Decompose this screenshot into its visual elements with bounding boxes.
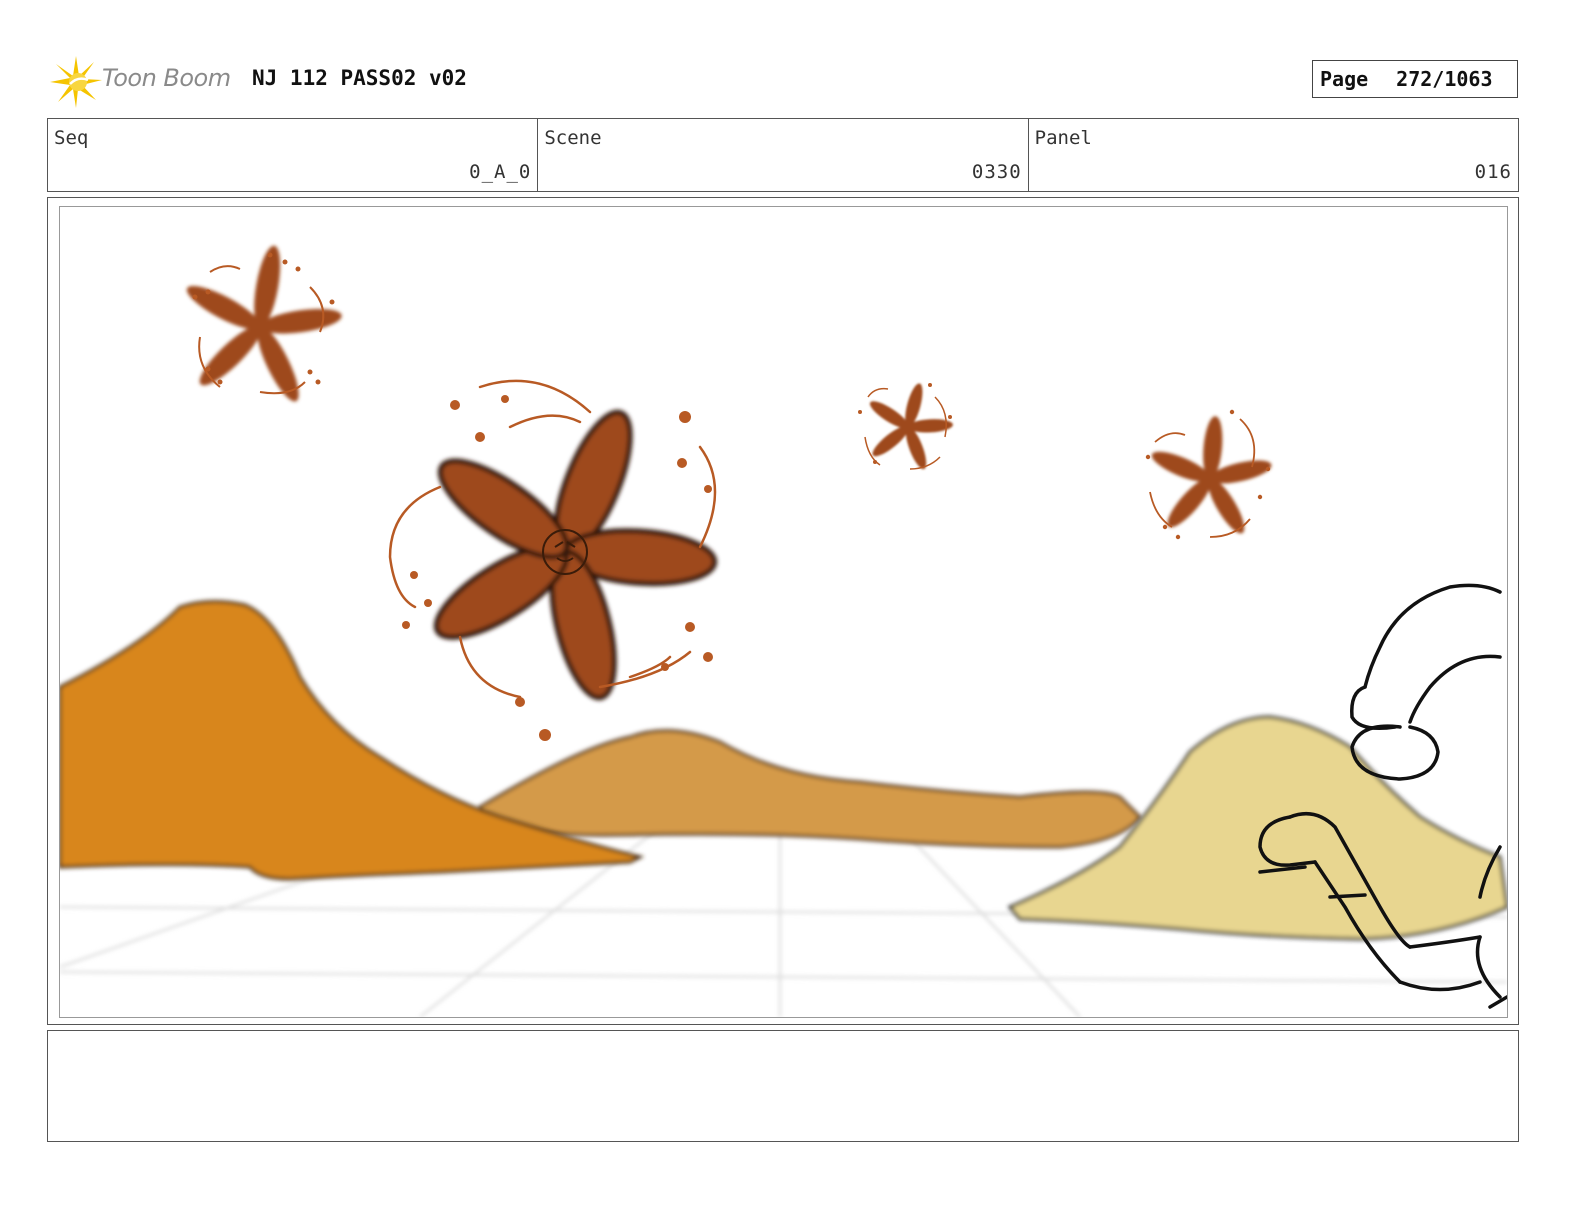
- storyboard-sketch: [60, 245, 1507, 1017]
- hill-left: [60, 599, 645, 881]
- seq-label: Seq: [54, 127, 89, 149]
- seq-value: 0_A_0: [469, 161, 532, 183]
- storyboard-drawing: [59, 206, 1508, 1018]
- page-label: Page: [1320, 67, 1369, 91]
- page-header: Toon Boom NJ 112 PASS02 v02 Page 272/106…: [48, 50, 1520, 110]
- page-number: 272/1063: [1396, 67, 1493, 91]
- panel-info-row: Seq 0_A_0 Scene 0330 Panel 016: [47, 118, 1519, 192]
- dialogue-notes-box: [47, 1030, 1519, 1142]
- toon-boom-logo: Toon Boom: [48, 54, 238, 110]
- panel-cell: Panel 016: [1029, 119, 1518, 191]
- logo-wordmark: Toon Boom: [102, 64, 231, 92]
- scene-label: Scene: [544, 127, 602, 149]
- seq-cell: Seq 0_A_0: [48, 119, 539, 191]
- page-indicator: Page 272/1063: [1312, 60, 1518, 98]
- hill-middle: [478, 729, 1143, 849]
- panel-value: 016: [1474, 161, 1512, 183]
- starfish-small-center: [869, 383, 953, 470]
- toon-boom-star-icon: [50, 56, 102, 108]
- storyboard-panel-frame: [47, 197, 1519, 1025]
- project-title: NJ 112 PASS02 v02: [252, 66, 467, 90]
- scene-value: 0330: [971, 161, 1022, 183]
- scene-cell: Scene 0330: [538, 119, 1029, 191]
- panel-label: Panel: [1034, 127, 1092, 149]
